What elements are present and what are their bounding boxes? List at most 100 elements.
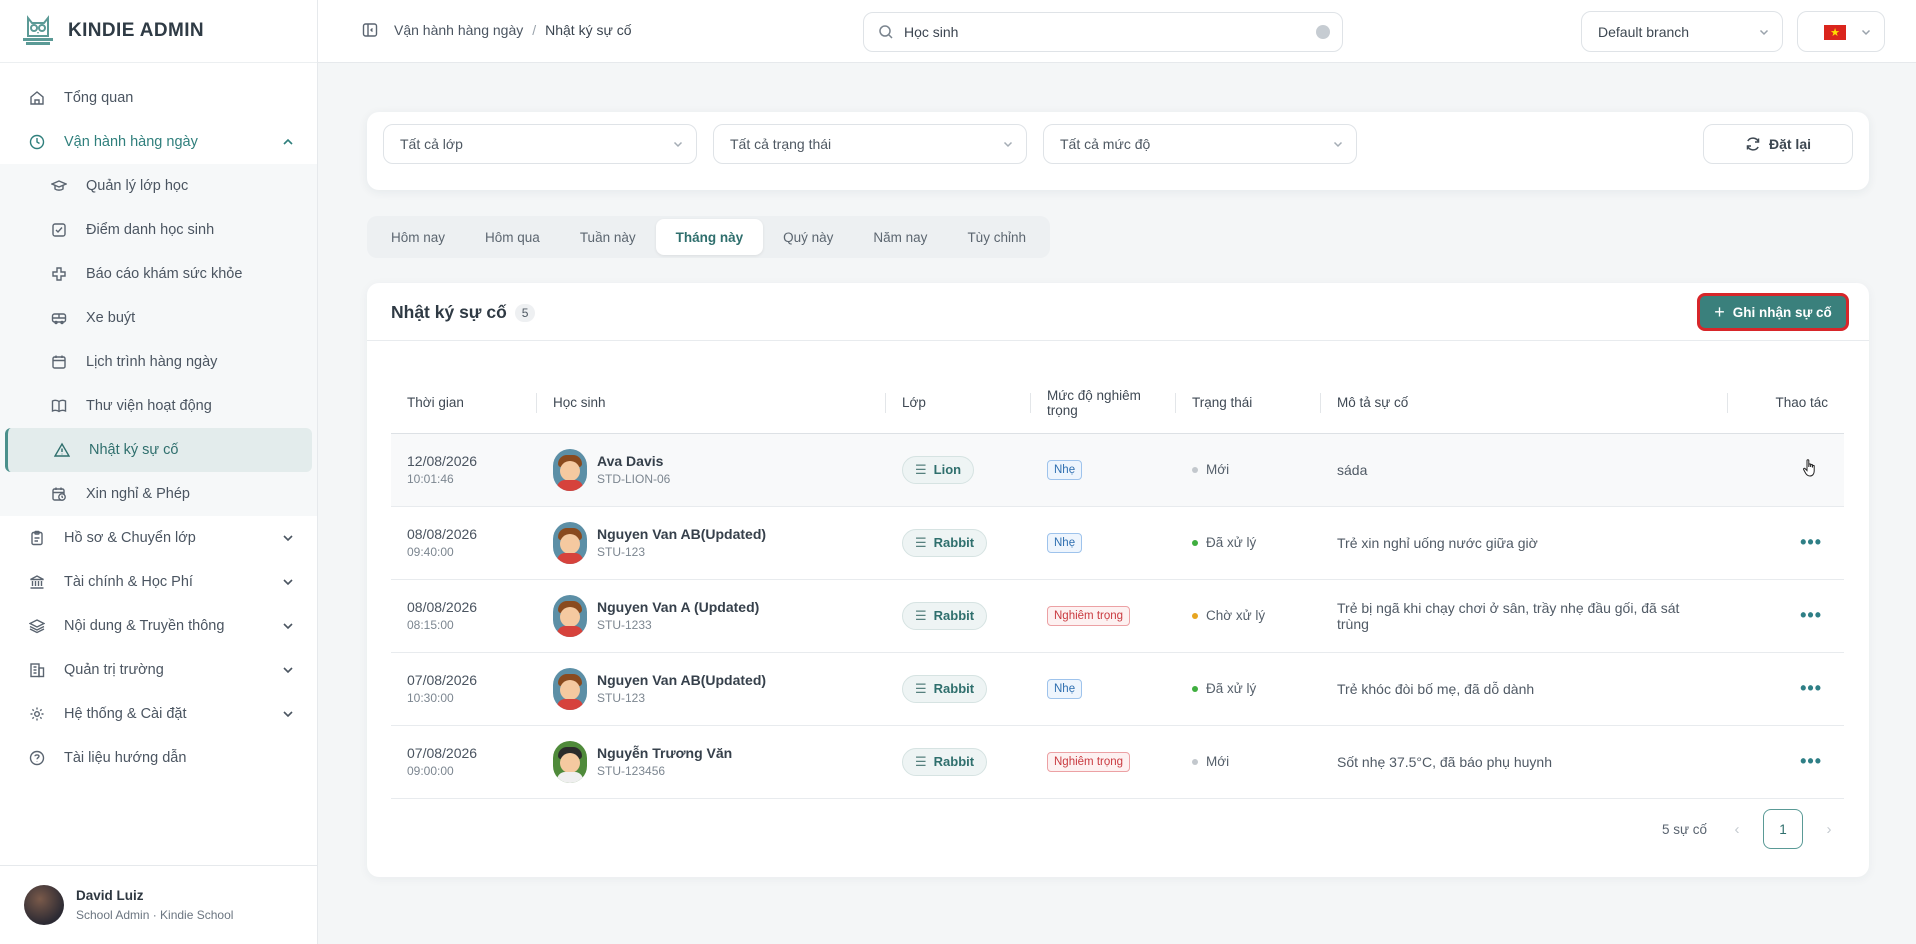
sidebar-item-overview[interactable]: Tổng quan — [0, 76, 317, 120]
user-name: David Luiz — [76, 888, 144, 903]
sidebar-item-health-report[interactable]: Báo cáo khám sức khỏe — [0, 252, 317, 296]
checkbox-icon — [50, 221, 68, 239]
student-cell[interactable]: Nguyen Van AB(Updated) STU-123 — [553, 667, 870, 710]
incident-date: 07/08/2026 — [407, 745, 478, 761]
incident-time: 10:30:00 — [407, 691, 454, 705]
incident-time: 09:00:00 — [407, 764, 454, 778]
status-dot — [1192, 466, 1198, 473]
count-badge: 5 — [514, 303, 536, 322]
column-header-status[interactable]: Trạng thái — [1176, 373, 1321, 434]
pagination: 5 sự cố ‹ 1 › — [1662, 809, 1845, 849]
student-id: STD-LION-06 — [597, 472, 671, 486]
user-profile[interactable]: David Luiz School Admin · Kindie School — [0, 865, 317, 944]
tab-this-month[interactable]: Tháng này — [655, 219, 764, 255]
more-actions-icon[interactable]: ••• — [1800, 532, 1822, 552]
table-header-row: Thời gian Học sinh Lớp Mức độ nghiêm trọ… — [391, 373, 1844, 434]
clear-search-icon[interactable] — [1316, 25, 1330, 39]
sidebar-item-daily-schedule[interactable]: Lịch trình hàng ngày — [0, 340, 317, 384]
class-chip: ☰ Rabbit — [902, 601, 988, 630]
sidebar-item-label: Hồ sơ & Chuyển lớp — [64, 530, 196, 546]
reset-button[interactable]: Đặt lại — [1703, 124, 1853, 164]
student-cell[interactable]: Nguyen Van A (Updated) STU-1233 — [553, 594, 870, 637]
sidebar-item-label: Thư viện hoạt động — [86, 398, 212, 414]
sidebar-item-records-transfer[interactable]: Hồ sơ & Chuyển lớp — [0, 516, 317, 560]
sidebar-item-label: Lịch trình hàng ngày — [86, 354, 218, 370]
tab-today[interactable]: Hôm nay — [371, 219, 465, 255]
health-cross-icon — [50, 265, 68, 283]
refresh-icon — [1746, 137, 1760, 151]
record-incident-button[interactable]: + Ghi nhận sự cố — [1697, 293, 1849, 331]
list-icon: ☰ — [915, 753, 927, 769]
severity-filter-select[interactable]: Tất cả mức độ — [1043, 124, 1357, 164]
table-row[interactable]: 08/08/2026 08:15:00 Nguyen Van A (Updated… — [391, 579, 1844, 653]
sidebar-item-label: Xe buýt — [86, 310, 136, 326]
table-row[interactable]: 08/08/2026 09:40:00 Nguyen Van AB(Updated… — [391, 506, 1844, 580]
column-header-label: Mức độ nghiêm trọng — [1047, 387, 1141, 418]
period-tabs: Hôm nay Hôm qua Tuần này Tháng này Quý n… — [367, 216, 1050, 258]
tab-this-quarter[interactable]: Quý này — [763, 219, 853, 255]
column-header-student[interactable]: Học sinh — [537, 373, 886, 434]
class-chip-label: Rabbit — [933, 535, 975, 550]
column-header-severity[interactable]: Mức độ nghiêm trọng — [1031, 373, 1176, 434]
student-cell[interactable]: Nguyen Van AB(Updated) STU-123 — [553, 521, 870, 564]
student-name: Ava Davis — [597, 453, 664, 469]
branch-select[interactable]: Default branch — [1581, 11, 1783, 52]
incident-description: Trẻ bị ngã khi chạy chơi ở sân, trầy nhẹ… — [1337, 599, 1680, 632]
status-badge: Mới — [1192, 754, 1305, 769]
column-header-description[interactable]: Mô tả sự cố — [1321, 373, 1728, 434]
student-avatar — [553, 521, 587, 564]
sidebar-item-daily-operations[interactable]: Vận hành hàng ngày — [0, 120, 317, 164]
pagination-total: 5 sự cố — [1661, 821, 1707, 837]
pagination-next-icon[interactable]: › — [1813, 821, 1845, 838]
sidebar-item-attendance[interactable]: Điểm danh học sinh — [0, 208, 317, 252]
table-row[interactable]: 07/08/2026 09:00:00 Nguyễn Trương Văn STU-… — [391, 725, 1844, 799]
sidebar-item-activity-library[interactable]: Thư viện hoạt động — [0, 384, 317, 428]
more-actions-icon[interactable]: ••• — [1800, 678, 1822, 698]
sidebar-toggle-icon[interactable] — [362, 22, 378, 38]
student-name: Nguyen Van AB(Updated) — [597, 526, 767, 542]
student-avatar — [553, 594, 587, 637]
status-filter-select[interactable]: Tất cả trạng thái — [713, 124, 1027, 164]
table-row[interactable]: 12/08/2026 10:01:46 Ava Davis STD-LION-06 … — [391, 433, 1844, 507]
sidebar-item-incident-log[interactable]: Nhật ký sự cố — [5, 428, 312, 472]
branch-select-value: Default branch — [1598, 23, 1690, 40]
tab-yesterday[interactable]: Hôm qua — [465, 219, 560, 255]
layers-icon — [28, 617, 46, 635]
pagination-prev-icon[interactable]: ‹ — [1721, 821, 1753, 838]
status-badge: Đã xử lý — [1192, 535, 1305, 550]
severity-filter-value: Tất cả mức độ — [1060, 136, 1151, 152]
incident-date: 08/08/2026 — [407, 599, 478, 615]
student-cell[interactable]: Nguyễn Trương Văn STU-123456 — [553, 740, 870, 783]
chevron-down-icon — [1333, 141, 1343, 148]
column-header-time[interactable]: Thời gian — [391, 373, 537, 434]
status-dot — [1192, 612, 1198, 619]
column-header-label: Thao tác — [1775, 395, 1828, 411]
sidebar-item-finance[interactable]: Tài chính & Học Phí — [0, 560, 317, 604]
student-cell[interactable]: Ava Davis STD-LION-06 — [553, 448, 870, 491]
more-actions-icon[interactable]: ••• — [1800, 751, 1822, 771]
brand[interactable]: KINDIE ADMIN — [0, 0, 317, 63]
sidebar-item-documentation[interactable]: Tài liệu hướng dẫn — [0, 736, 317, 780]
student-id: STU-123456 — [597, 764, 666, 778]
class-filter-select[interactable]: Tất cả lớp — [383, 124, 697, 164]
sidebar-item-bus[interactable]: Xe buýt — [0, 296, 317, 340]
student-name: Nguyen Van A (Updated) — [597, 599, 760, 615]
sidebar-item-school-admin[interactable]: Quản trị trường — [0, 648, 317, 692]
tab-custom[interactable]: Tùy chỉnh — [947, 219, 1046, 255]
search-input[interactable] — [904, 24, 1304, 40]
sidebar-item-system-settings[interactable]: Hệ thống & Cài đặt — [0, 692, 317, 736]
sidebar-item-content-communication[interactable]: Nội dung & Truyền thông — [0, 604, 317, 648]
class-chip: ☰ Rabbit — [902, 674, 988, 703]
tab-this-year[interactable]: Năm nay — [853, 219, 947, 255]
status-label: Đã xử lý — [1206, 535, 1257, 550]
language-select[interactable]: ★ — [1797, 11, 1885, 52]
sidebar-item-leave-request[interactable]: Xin nghỉ & Phép — [0, 472, 317, 516]
more-actions-icon[interactable]: ••• — [1800, 605, 1822, 625]
breadcrumb-parent[interactable]: Vận hành hàng ngày — [394, 22, 523, 38]
pagination-page-1[interactable]: 1 — [1763, 809, 1803, 849]
table-row[interactable]: 07/08/2026 10:30:00 Nguyen Van AB(Updated… — [391, 652, 1844, 726]
search-box[interactable] — [863, 12, 1343, 52]
tab-this-week[interactable]: Tuần này — [560, 219, 656, 255]
sidebar-item-class-management[interactable]: Quản lý lớp học — [0, 164, 317, 208]
column-header-class[interactable]: Lớp — [886, 373, 1031, 434]
